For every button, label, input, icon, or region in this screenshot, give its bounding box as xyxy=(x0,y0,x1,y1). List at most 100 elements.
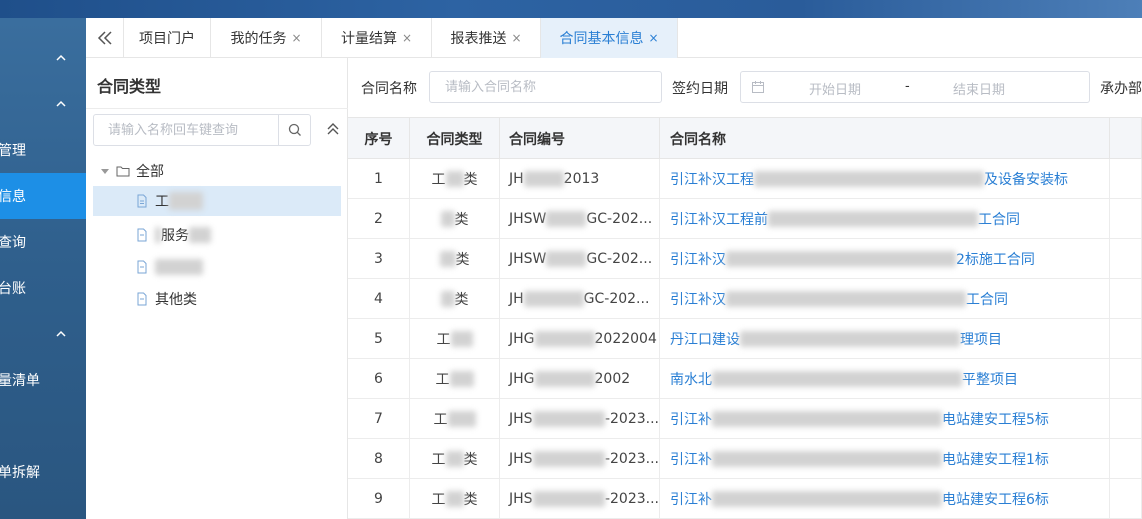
search-icon xyxy=(288,123,301,136)
cell-type: 工类 xyxy=(410,439,500,479)
cell-type: 工 xyxy=(410,399,500,439)
tab-measurement-settlement[interactable]: 计量结算 × xyxy=(322,18,432,58)
table-row[interactable]: 7 工 JHS -2023... 引江补 电站建安工程5标 xyxy=(348,399,1142,439)
redacted-text xyxy=(449,371,474,387)
tab-report-push[interactable]: 报表推送 × xyxy=(432,18,541,58)
cell-seq: 3 xyxy=(348,239,410,279)
sign-date-range[interactable]: 开始日期 - 结束日期 xyxy=(740,71,1090,103)
cell-seq: 7 xyxy=(348,399,410,439)
cell-code: JHS -2023... xyxy=(500,399,660,439)
nav-group-1[interactable] xyxy=(0,35,86,81)
tab-my-tasks[interactable]: 我的任务 × xyxy=(211,18,322,58)
cell-contract-name-link[interactable]: 引江补 电站建安工程1标 xyxy=(660,439,1110,479)
tab-contract-basic-info[interactable]: 合同基本信息 × xyxy=(541,18,678,58)
caret-down-icon xyxy=(101,169,109,174)
cell-contract-name-link[interactable]: 引江补汉 2标施工合同 xyxy=(660,239,1110,279)
nav-group-3[interactable] xyxy=(0,311,86,357)
column-header-code: 合同编号 xyxy=(500,118,660,159)
table-row[interactable]: 8 工类 JHS -2023... 引江补 电站建安工程1标 xyxy=(348,439,1142,479)
column-header-extra xyxy=(1110,118,1142,159)
nav-item-bill[interactable]: 量清单 xyxy=(0,357,86,403)
nav-item-info[interactable]: 信息 xyxy=(0,173,86,219)
redacted-text xyxy=(532,411,605,427)
redacted-text xyxy=(155,227,161,243)
tree-search-box xyxy=(93,114,311,146)
range-separator: - xyxy=(905,79,910,94)
redacted-text xyxy=(440,211,455,227)
redacted-text xyxy=(712,451,942,467)
close-icon[interactable]: × xyxy=(648,31,658,45)
tree-search-input[interactable] xyxy=(94,115,278,145)
cell-extra xyxy=(1110,159,1142,199)
cell-code: JHSW GC-202... xyxy=(500,199,660,239)
close-icon[interactable]: × xyxy=(511,31,521,45)
start-date-input[interactable]: 开始日期 xyxy=(809,79,861,98)
cell-extra xyxy=(1110,319,1142,359)
cell-type: 工 xyxy=(410,359,500,399)
file-icon xyxy=(137,292,147,306)
close-icon[interactable]: × xyxy=(291,31,301,45)
folder-icon xyxy=(116,166,130,177)
end-date-input[interactable]: 结束日期 xyxy=(953,79,1005,98)
redacted-text xyxy=(445,451,464,467)
cell-type: 类 xyxy=(410,239,500,279)
table-row[interactable]: 1 工类 JH 2013 引江补汉工程 及设备安装标 xyxy=(348,159,1142,199)
cell-contract-name-link[interactable]: 引江补汉工程 及设备安装标 xyxy=(660,159,1110,199)
collapse-sidebar-button[interactable] xyxy=(86,18,124,58)
nav-item-management[interactable]: 管理 xyxy=(0,127,86,173)
contract-name-field xyxy=(429,71,662,103)
nav-item-split[interactable]: 单拆解 xyxy=(0,449,86,495)
table-row[interactable]: 2 类 JHSW GC-202... 引江补汉工程前 工合同 xyxy=(348,199,1142,239)
cell-contract-name-link[interactable]: 南水北 平整项目 xyxy=(660,359,1110,399)
redacted-text xyxy=(532,491,605,507)
tree-node-goods[interactable] xyxy=(135,252,335,282)
redacted-text xyxy=(440,291,455,307)
cell-contract-name-link[interactable]: 引江补汉工程前 工合同 xyxy=(660,199,1110,239)
cell-extra xyxy=(1110,439,1142,479)
table-row[interactable]: 6 工 JHG 2002 南水北 平整项目 xyxy=(348,359,1142,399)
cell-code: JHG 2022004 xyxy=(500,319,660,359)
top-banner xyxy=(0,0,1142,18)
cell-extra xyxy=(1110,279,1142,319)
filter-bar: 合同名称 签约日期 开始日期 - 结束日期 承办部 xyxy=(348,58,1142,118)
contract-name-input[interactable] xyxy=(430,72,661,102)
redacted-text xyxy=(155,259,203,275)
cell-contract-name-link[interactable]: 引江补 电站建安工程6标 xyxy=(660,479,1110,519)
cell-seq: 6 xyxy=(348,359,410,399)
redacted-text xyxy=(439,251,456,267)
redacted-text xyxy=(712,491,942,507)
file-icon xyxy=(137,194,147,208)
tree-node-service[interactable]: 服务 xyxy=(135,220,335,250)
left-navigation: 管理 信息 查询 台账 量清单 单拆解 xyxy=(0,18,86,519)
tree-node-engineering[interactable]: 工 xyxy=(93,186,341,216)
tabs-bar: 项目门户 我的任务 × 计量结算 × 报表推送 × 合同基本信息 × xyxy=(86,18,1142,58)
table-row[interactable]: 3 类 JHSW GC-202... 引江补汉 2标施工合同 xyxy=(348,239,1142,279)
tree-node-all[interactable]: 全部 xyxy=(100,156,340,186)
nav-item-ledger[interactable]: 台账 xyxy=(0,265,86,311)
table-row[interactable]: 9 工类 JHS -2023... 引江补 电站建安工程6标 xyxy=(348,479,1142,519)
double-chevron-up-icon xyxy=(327,123,339,135)
table-row[interactable]: 5 工 JHG 2022004 丹江口建设 理项目 xyxy=(348,319,1142,359)
cell-type: 工 xyxy=(410,319,500,359)
search-button[interactable] xyxy=(278,115,310,145)
nav-group-2[interactable] xyxy=(0,81,86,127)
redacted-text xyxy=(546,211,587,227)
cell-seq: 9 xyxy=(348,479,410,519)
file-icon xyxy=(137,228,147,242)
redacted-text xyxy=(189,227,211,243)
collapse-tree-button[interactable] xyxy=(324,120,342,138)
cell-contract-name-link[interactable]: 丹江口建设 理项目 xyxy=(660,319,1110,359)
chevron-up-icon xyxy=(56,99,66,109)
table-row[interactable]: 4 类 JH GC-202... 引江补汉 工合同 xyxy=(348,279,1142,319)
cell-extra xyxy=(1110,199,1142,239)
nav-item-query[interactable]: 查询 xyxy=(0,219,86,265)
contract-table: 序号 合同类型 合同编号 合同名称 1 工类 JH 2013 引江补汉工程 及设备安装标 2… xyxy=(348,118,1142,519)
cell-seq: 8 xyxy=(348,439,410,479)
cell-contract-name-link[interactable]: 引江补 电站建安工程5标 xyxy=(660,399,1110,439)
cell-seq: 4 xyxy=(348,279,410,319)
tree-node-other[interactable]: 其他类 xyxy=(135,284,335,314)
tab-project-portal[interactable]: 项目门户 xyxy=(124,18,211,58)
close-icon[interactable]: × xyxy=(402,31,412,45)
cell-contract-name-link[interactable]: 引江补汉 工合同 xyxy=(660,279,1110,319)
cell-seq: 5 xyxy=(348,319,410,359)
